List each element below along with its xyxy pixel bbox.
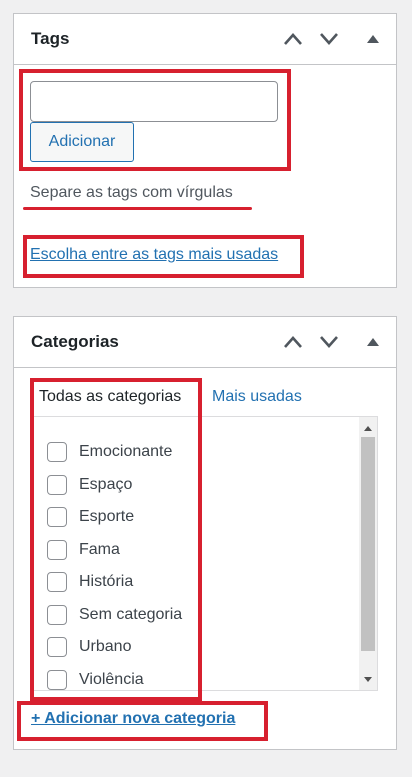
move-down-button[interactable]	[315, 328, 343, 356]
triangle-down-icon	[364, 676, 372, 682]
category-checkbox[interactable]	[47, 637, 67, 657]
categories-panel-title: Categorias	[31, 332, 119, 351]
triangle-up-icon	[364, 425, 372, 431]
category-label: Urbano	[79, 638, 132, 655]
chevron-up-icon	[284, 336, 302, 348]
chevron-down-icon	[320, 336, 338, 348]
category-label: Esporte	[79, 508, 135, 525]
triangle-up-icon	[367, 338, 379, 346]
scroll-up-arrow[interactable]	[359, 419, 377, 437]
category-label: Violência	[79, 671, 144, 688]
tags-panel-title: Tags	[31, 29, 70, 48]
category-label: Emocionante	[79, 443, 173, 460]
scroll-thumb[interactable]	[361, 437, 375, 651]
category-scrollbar[interactable]	[359, 417, 377, 690]
move-up-button[interactable]	[279, 25, 307, 53]
category-checkbox[interactable]	[47, 670, 67, 690]
move-up-button[interactable]	[279, 328, 307, 356]
category-item-emocionante[interactable]: Emocionante	[47, 440, 172, 464]
category-checkbox[interactable]	[47, 507, 67, 527]
category-label: Sem categoria	[79, 606, 183, 623]
move-down-button[interactable]	[315, 25, 343, 53]
add-new-category-link[interactable]: + Adicionar nova categoria	[31, 710, 235, 728]
new-tag-input[interactable]	[30, 81, 278, 122]
category-checkbox[interactable]	[47, 475, 67, 495]
categories-panel-header: Categorias	[14, 317, 396, 368]
tags-panel-header: Tags	[14, 14, 396, 65]
category-item-violencia[interactable]: Violência	[47, 668, 144, 692]
add-tag-button[interactable]: Adicionar	[30, 122, 134, 162]
category-checkbox[interactable]	[47, 540, 67, 560]
chevron-down-icon	[320, 33, 338, 45]
collapse-panel-button[interactable]	[359, 25, 387, 53]
tab-most-used[interactable]: Mais usadas	[212, 388, 302, 406]
category-item-urbano[interactable]: Urbano	[47, 635, 131, 659]
category-checkbox[interactable]	[47, 605, 67, 625]
triangle-up-icon	[367, 35, 379, 43]
category-item-sem-categoria[interactable]: Sem categoria	[47, 603, 182, 627]
tags-hint-text: Separe as tags com vírgulas	[30, 184, 233, 201]
category-item-esporte[interactable]: Esporte	[47, 505, 134, 529]
category-label: História	[79, 573, 134, 590]
tab-all-categories[interactable]: Todas as categorias	[39, 388, 181, 406]
category-item-fama[interactable]: Fama	[47, 538, 120, 562]
category-checkbox[interactable]	[47, 442, 67, 462]
category-item-historia[interactable]: História	[47, 570, 133, 594]
category-checkbox[interactable]	[47, 572, 67, 592]
annotation-underline-hint	[23, 207, 252, 210]
choose-popular-tags-link[interactable]: Escolha entre as tags mais usadas	[30, 246, 278, 264]
category-label: Fama	[79, 541, 120, 558]
category-item-espaco[interactable]: Espaço	[47, 473, 132, 497]
collapse-panel-button[interactable]	[359, 328, 387, 356]
category-label: Espaço	[79, 476, 133, 493]
scroll-down-arrow[interactable]	[359, 670, 377, 688]
chevron-up-icon	[284, 33, 302, 45]
